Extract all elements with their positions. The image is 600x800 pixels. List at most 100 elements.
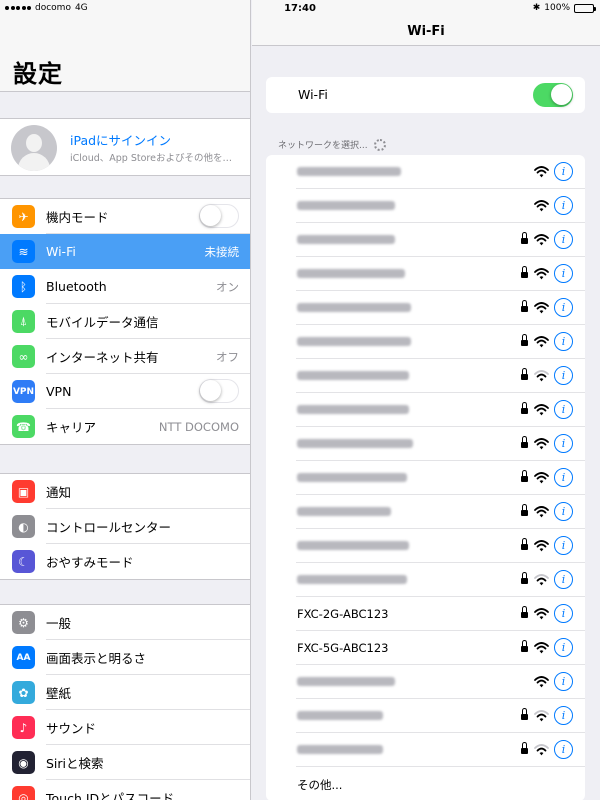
sidebar-item[interactable]: ▣ 通知 bbox=[0, 474, 250, 509]
network-name-redacted bbox=[297, 405, 409, 414]
network-name-redacted bbox=[297, 167, 401, 176]
sidebar-item-label: Bluetooth bbox=[46, 279, 107, 294]
network-row[interactable]: i bbox=[266, 699, 585, 733]
sidebar-item[interactable]: ᛒ Bluetooth オン bbox=[0, 269, 250, 304]
display-icon: AA bbox=[12, 646, 35, 669]
sidebar-item[interactable]: ♪ サウンド bbox=[0, 710, 250, 745]
battery-icon bbox=[574, 3, 596, 13]
network-name: FXC-5G-ABC123 bbox=[297, 641, 389, 655]
network-row[interactable]: i bbox=[266, 427, 585, 461]
lock-icon bbox=[521, 504, 528, 517]
network-row[interactable]: i bbox=[266, 665, 585, 699]
sidebar-item[interactable]: AA 画面表示と明るさ bbox=[0, 640, 250, 675]
sidebar-item[interactable]: ⍋ モバイルデータ通信 bbox=[0, 304, 250, 339]
info-icon[interactable]: i bbox=[554, 366, 573, 385]
wifi-signal-icon bbox=[534, 606, 549, 620]
network-row[interactable]: i bbox=[266, 733, 585, 767]
sidebar-item[interactable]: ⚙ 一般 bbox=[0, 605, 250, 640]
info-icon[interactable]: i bbox=[554, 570, 573, 589]
info-icon[interactable]: i bbox=[554, 264, 573, 283]
sidebar-item-label: コントロールセンター bbox=[46, 520, 172, 535]
info-icon[interactable]: i bbox=[554, 502, 573, 521]
info-icon[interactable]: i bbox=[554, 332, 573, 351]
sidebar-item-label: Touch IDとパスコード bbox=[46, 791, 175, 800]
info-icon[interactable]: i bbox=[554, 400, 573, 419]
sidebar-item[interactable]: ◉ Siriと検索 bbox=[0, 745, 250, 780]
other-network-row[interactable]: その他... bbox=[266, 767, 585, 800]
wifi-signal-icon bbox=[534, 572, 549, 586]
network-row[interactable]: FXC-5G-ABC123 i bbox=[266, 631, 585, 665]
sidebar-item-label: 一般 bbox=[46, 616, 72, 631]
network-name-redacted bbox=[297, 541, 409, 550]
lock-icon bbox=[521, 266, 528, 279]
info-icon[interactable]: i bbox=[554, 638, 573, 657]
network-row[interactable]: i bbox=[266, 325, 585, 359]
wifi-signal-icon bbox=[534, 742, 549, 756]
network-row[interactable]: i bbox=[266, 359, 585, 393]
network-row[interactable]: i bbox=[266, 223, 585, 257]
lock-icon bbox=[521, 300, 528, 313]
sidebar-item[interactable]: ✿ 壁紙 bbox=[0, 675, 250, 710]
info-icon[interactable]: i bbox=[554, 536, 573, 555]
toggle-switch[interactable] bbox=[199, 379, 239, 403]
info-icon[interactable]: i bbox=[554, 740, 573, 759]
network-row[interactable]: i bbox=[266, 189, 585, 223]
wifi-signal-icon bbox=[534, 334, 549, 348]
notifications-group: ▣ 通知 ◐ コントロールセンター ☾ おやすみモード bbox=[0, 473, 250, 580]
wifi-signal-icon bbox=[534, 436, 549, 450]
info-icon[interactable]: i bbox=[554, 434, 573, 453]
network-name-redacted bbox=[297, 303, 411, 312]
wifi-signal-icon bbox=[534, 674, 549, 688]
network-name-redacted bbox=[297, 575, 407, 584]
network-row[interactable]: i bbox=[266, 495, 585, 529]
wifi-signal-icon bbox=[534, 368, 549, 382]
wifi-toggle-row: Wi-Fi bbox=[266, 77, 585, 113]
loading-spinner-icon bbox=[373, 138, 386, 151]
wifi-toggle-switch[interactable] bbox=[533, 83, 573, 107]
network-name-redacted bbox=[297, 677, 395, 686]
info-icon[interactable]: i bbox=[554, 706, 573, 725]
network-row[interactable]: i bbox=[266, 529, 585, 563]
info-icon[interactable]: i bbox=[554, 196, 573, 215]
connectivity-group: ✈ 機内モード ≋ Wi-Fi 未接続 ᛒ Bluetooth オン ⍋ モバイルデータ通信 ∞ イン… bbox=[0, 198, 250, 445]
info-icon[interactable]: i bbox=[554, 468, 573, 487]
sidebar-item[interactable]: ◎ Touch IDとパスコード bbox=[0, 780, 250, 800]
wallpaper-icon: ✿ bbox=[12, 681, 35, 704]
network-row[interactable]: i bbox=[266, 257, 585, 291]
lock-icon bbox=[521, 538, 528, 551]
wifi-signal-icon bbox=[534, 640, 549, 654]
sidebar-item-label: キャリア bbox=[46, 420, 97, 435]
network-name-redacted bbox=[297, 745, 383, 754]
info-icon[interactable]: i bbox=[554, 672, 573, 691]
network-name: FXC-2G-ABC123 bbox=[297, 607, 389, 621]
sign-in-row[interactable]: iPadにサインイン iCloud、App Storeおよびその他を… bbox=[0, 119, 250, 175]
network-row[interactable]: i bbox=[266, 461, 585, 495]
sidebar-item[interactable]: ≋ Wi-Fi 未接続 bbox=[0, 234, 250, 269]
sidebar-item[interactable]: ∞ インターネット共有 オフ bbox=[0, 339, 250, 374]
networks-heading: ネットワークを選択... bbox=[278, 138, 386, 151]
status-bar: docomo 4G 17:40 ✱ 100% bbox=[0, 0, 600, 18]
info-icon[interactable]: i bbox=[554, 230, 573, 249]
sidebar-item[interactable]: ◐ コントロールセンター bbox=[0, 509, 250, 544]
network-name-redacted bbox=[297, 235, 395, 244]
info-icon[interactable]: i bbox=[554, 604, 573, 623]
detail-title: Wi-Fi bbox=[407, 24, 445, 39]
networks-heading-label: ネットワークを選択... bbox=[278, 141, 368, 151]
info-icon[interactable]: i bbox=[554, 162, 573, 181]
notifications-icon: ▣ bbox=[12, 480, 35, 503]
gear-icon: ⚙ bbox=[12, 611, 35, 634]
network-row[interactable]: i bbox=[266, 393, 585, 427]
network-row[interactable]: i bbox=[266, 563, 585, 597]
sidebar-item[interactable]: ✈ 機内モード bbox=[0, 199, 250, 234]
network-row[interactable]: FXC-2G-ABC123 i bbox=[266, 597, 585, 631]
info-icon[interactable]: i bbox=[554, 298, 573, 317]
sidebar-item[interactable]: ☾ おやすみモード bbox=[0, 544, 250, 579]
toggle-switch[interactable] bbox=[199, 204, 239, 228]
sidebar-item[interactable]: VPN VPN bbox=[0, 374, 250, 409]
network-row[interactable]: i bbox=[266, 291, 585, 325]
page-title: 設定 bbox=[13, 60, 63, 88]
network-name-redacted bbox=[297, 439, 413, 448]
sidebar-item[interactable]: ☎ キャリア NTT DOCOMO bbox=[0, 409, 250, 444]
network-row[interactable]: i bbox=[266, 155, 585, 189]
network-name-redacted bbox=[297, 371, 409, 380]
